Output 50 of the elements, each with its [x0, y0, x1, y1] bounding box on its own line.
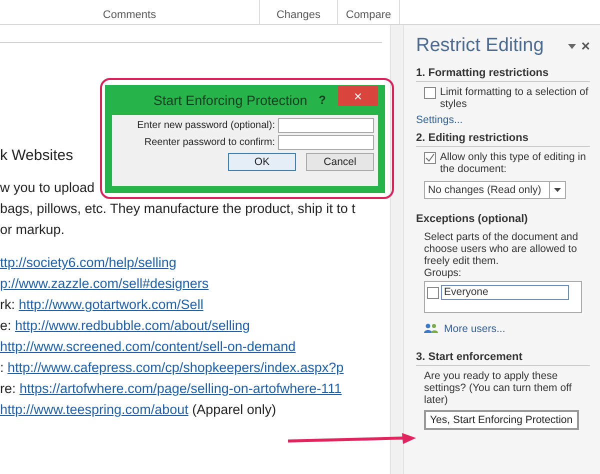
more-users-link[interactable]: More users...: [444, 323, 506, 335]
hyperlink[interactable]: ttp://society6.com/help/selling: [0, 255, 176, 270]
section-heading: 1. Formatting restrictions: [416, 67, 590, 82]
pane-title: Restrict Editing: [416, 35, 545, 57]
paragraph-line: bags, pillows, etc. They manufacture the product, ship it to t: [0, 200, 356, 218]
groups-label: Groups:: [423, 267, 462, 279]
hyperlink[interactable]: http://www.screened.com/content/sell-on-demand: [0, 339, 296, 354]
link-note: (Apparel only): [191, 402, 276, 417]
link-prefix: e:: [0, 318, 12, 333]
close-button[interactable]: ×: [581, 38, 590, 54]
paragraph-line: or markup.: [0, 221, 66, 239]
checkbox[interactable]: [427, 287, 439, 299]
dialog-button[interactable]: Cancel: [306, 153, 374, 171]
hyperlink[interactable]: https://artofwhere.com/page/selling-on-artofwhere-111: [20, 381, 342, 396]
dialog-button[interactable]: OK: [228, 153, 296, 171]
document-heading: k Websites: [0, 147, 74, 164]
group-label: Changes: [276, 9, 321, 21]
checkbox-label: Allow only this type of editing in the document:: [440, 151, 587, 175]
password-field[interactable]: [278, 135, 374, 150]
checkbox[interactable]: [424, 152, 436, 164]
dropdown-icon[interactable]: [568, 44, 576, 48]
group-name[interactable]: Everyone: [441, 285, 569, 300]
description-text: Are you ready to apply these settings? (You can turn them off later): [423, 370, 573, 406]
users-icon: [424, 323, 438, 333]
checkbox[interactable]: [424, 87, 436, 99]
section-heading: Exceptions (optional): [416, 213, 529, 227]
checkbox-label: Limit formatting to a selection of styles: [440, 86, 590, 110]
link-prefix: rk:: [0, 297, 16, 312]
link-prefix: re:: [0, 381, 17, 396]
hyperlink[interactable]: http://www.gotartwork.com/Sell: [18, 297, 204, 312]
group-label: Comments: [102, 9, 156, 21]
help-button[interactable]: ?: [318, 93, 326, 107]
hyperlink[interactable]: http://www.redbubble.com/about/selling: [15, 318, 250, 333]
hyperlink[interactable]: http://www.teespring.com/about: [0, 402, 188, 417]
editing-type-dropdown[interactable]: No changes (Read only): [424, 181, 566, 199]
password-field[interactable]: [278, 118, 374, 133]
field-label: Reenter password to confirm:: [144, 137, 275, 148]
settings-link[interactable]: Settings...: [416, 114, 463, 126]
hyperlink[interactable]: p://www.zazzle.com/sell#designers: [0, 276, 209, 291]
paragraph-line: w you to upload: [0, 179, 96, 197]
close-button[interactable]: ×: [338, 86, 378, 106]
start-enforcing-button[interactable]: Yes, Start Enforcing Protection: [424, 410, 579, 430]
link-prefix: :: [0, 360, 5, 375]
description-text: Select parts of the document and choose users who are allowed to freely edit them.: [423, 231, 580, 267]
dialog-title: Start Enforcing Protection: [152, 92, 308, 108]
section-heading: 2. Editing restrictions: [416, 132, 590, 147]
field-label: Enter new password (optional):: [137, 120, 275, 131]
section-heading: 3. Start enforcement: [416, 351, 590, 366]
hyperlink[interactable]: http://www.cafepress.com/cp/shopkeepers/index.aspx?p: [8, 360, 344, 375]
group-label: Compare: [346, 9, 392, 21]
